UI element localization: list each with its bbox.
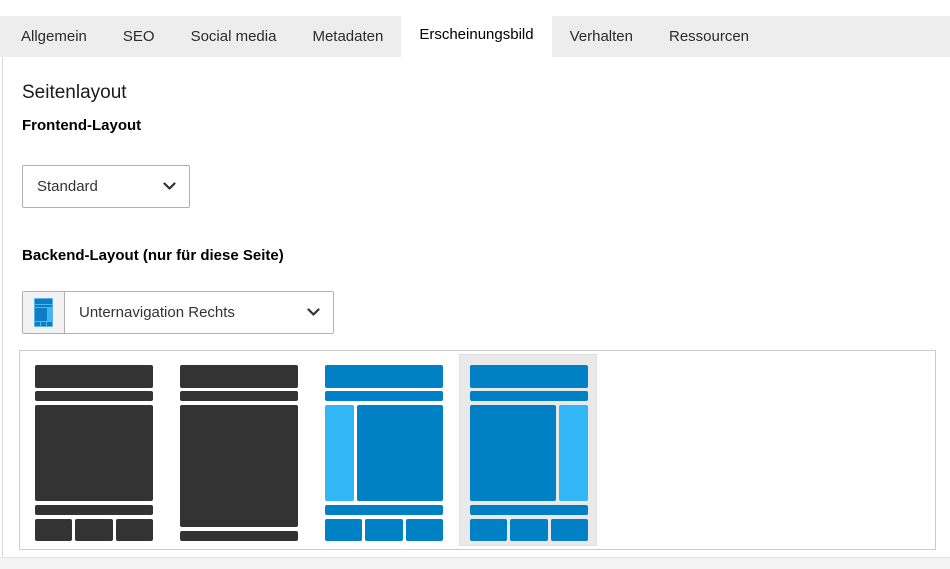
layout-thumbnail [325,365,443,541]
tab-erscheinungsbild[interactable]: Erscheinungsbild [401,12,551,57]
layout-option-2[interactable] [169,354,307,546]
backend-layout-selected-value: Unternavigation Rechts [65,304,307,321]
layout-option-subnav-left[interactable] [314,354,452,546]
layout-option-subnav-right[interactable] [459,354,597,546]
tab-bar: Allgemein SEO Social media Metadaten Ers… [0,16,950,57]
frontend-layout-select[interactable]: Standard [22,165,190,208]
layout-thumbnail [35,365,153,541]
tab-social-media[interactable]: Social media [173,16,295,57]
layout-thumbnail [180,365,298,541]
layout-thumbnail [470,365,588,541]
backend-layout-select[interactable]: Unternavigation Rechts [65,292,333,333]
backend-layout-select-group: Unternavigation Rechts [22,291,334,334]
page-layout-section-title: Seitenlayout [22,82,127,104]
backend-layout-options [19,350,936,550]
tab-allgemein[interactable]: Allgemein [3,16,105,57]
panel-bottom-divider [0,557,950,569]
tab-seo[interactable]: SEO [105,16,173,57]
tab-metadaten[interactable]: Metadaten [294,16,401,57]
tab-content-panel: Seitenlayout Frontend-Layout Standard Ba… [2,57,950,557]
tab-verhalten[interactable]: Verhalten [552,16,651,57]
layout-option-1[interactable] [24,354,162,546]
backend-layout-preview-icon [34,298,53,327]
tab-ressourcen[interactable]: Ressourcen [651,16,767,57]
backend-layout-label: Backend-Layout (nur für diese Seite) [22,247,284,264]
backend-layout-icon-addon [23,292,65,333]
chevron-down-icon [307,308,333,317]
frontend-layout-label: Frontend-Layout [22,117,141,134]
chevron-down-icon [163,182,189,191]
frontend-layout-selected-value: Standard [23,178,163,195]
